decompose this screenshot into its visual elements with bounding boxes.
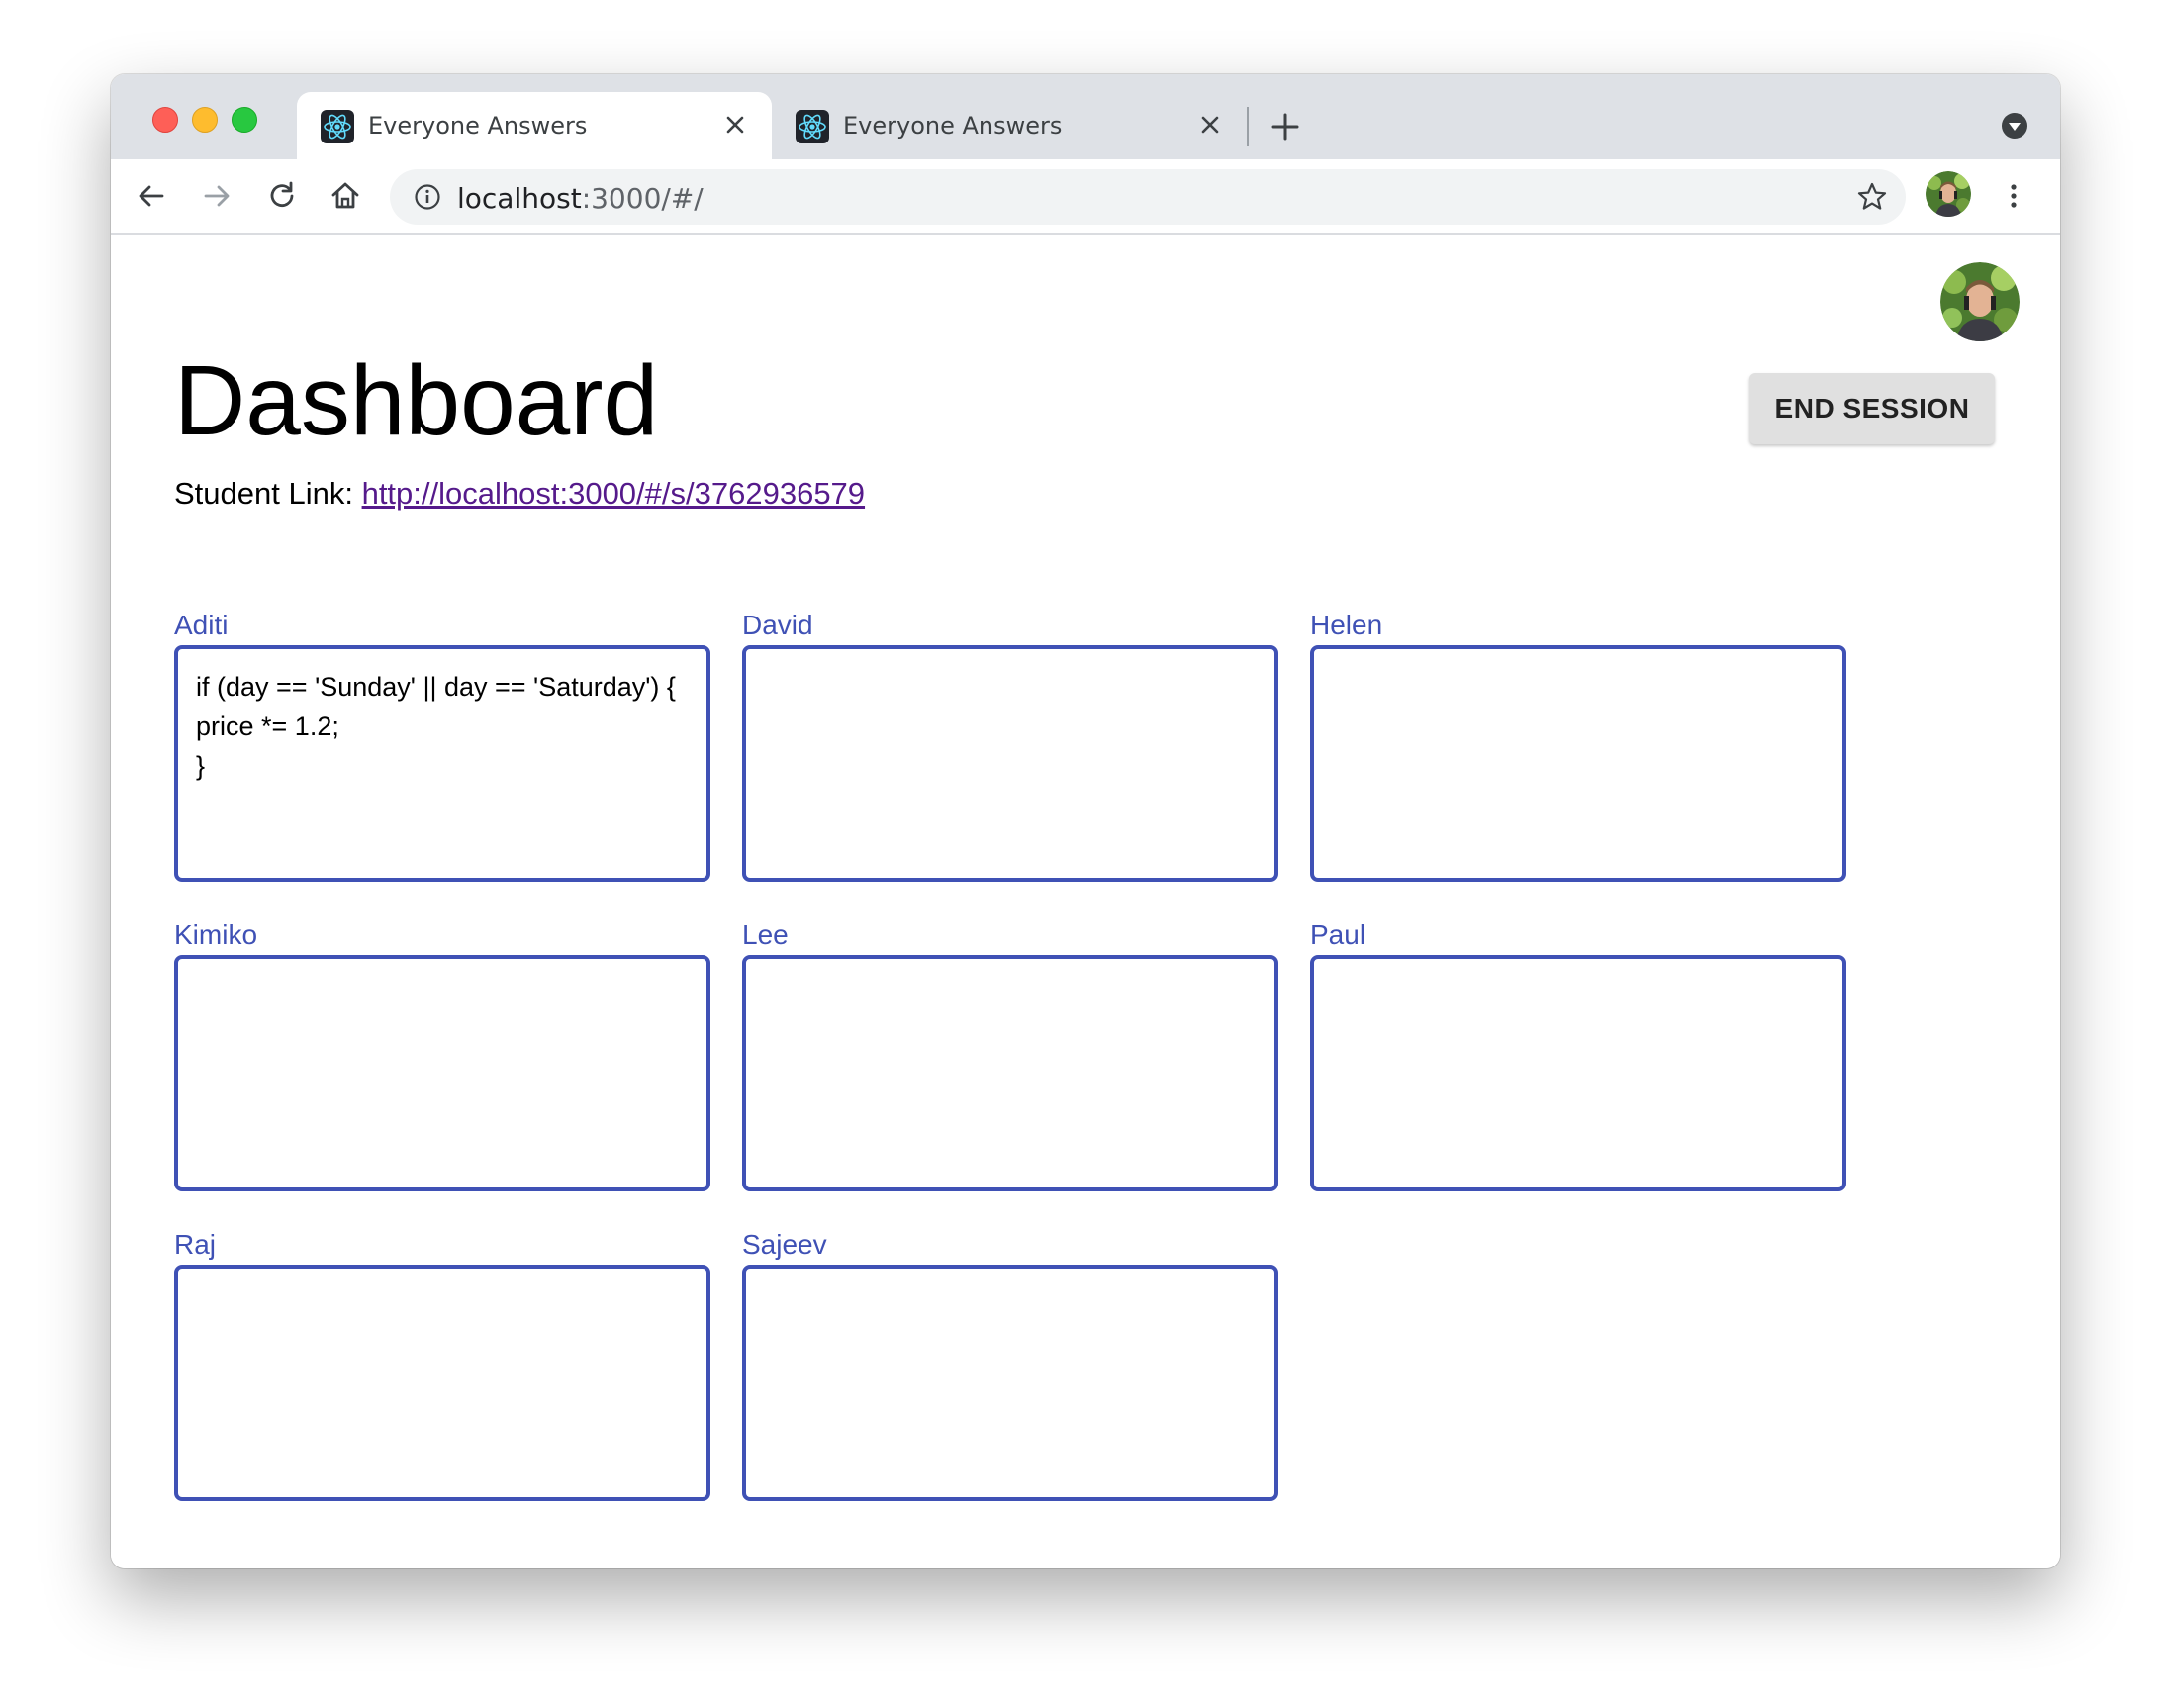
info-icon[interactable]: [414, 183, 441, 211]
react-favicon-icon: [321, 110, 354, 143]
student-answer-box: [174, 1265, 710, 1501]
close-icon[interactable]: [720, 110, 750, 140]
reload-icon[interactable]: [265, 179, 299, 213]
avatar[interactable]: [1940, 262, 2020, 341]
close-icon[interactable]: [1195, 110, 1225, 140]
student-link-url[interactable]: http://localhost:3000/#/s/3762936579: [362, 476, 865, 511]
react-favicon-icon: [796, 110, 829, 143]
student-name: Sajeev: [742, 1229, 827, 1260]
student-name: Kimiko: [174, 919, 258, 950]
student-name: Paul: [1310, 919, 1366, 950]
student-answer-card: Kimiko: [174, 918, 710, 1191]
maximize-window-button[interactable]: [232, 107, 257, 133]
student-answer-card: Lee: [742, 918, 1278, 1191]
page-title: Dashboard: [174, 345, 659, 456]
student-answer-box: [742, 645, 1278, 882]
end-session-button[interactable]: END SESSION: [1749, 373, 1995, 444]
tab-everyone-answers-1[interactable]: Everyone Answers: [297, 92, 772, 159]
student-answer-box: [1310, 645, 1846, 882]
student-answer-box: [174, 955, 710, 1191]
avatar[interactable]: [1926, 171, 1971, 217]
tab-strip: Everyone Answers Everyone Answers: [111, 74, 2060, 159]
student-answer-card: Helen: [1310, 609, 1846, 882]
student-link-label: Student Link:: [174, 476, 362, 511]
star-icon[interactable]: [1856, 181, 1888, 213]
close-window-button[interactable]: [152, 107, 178, 133]
address-bar[interactable]: localhost:3000/#/: [390, 169, 1906, 225]
tab-title: Everyone Answers: [368, 112, 588, 140]
student-name: Lee: [742, 919, 789, 950]
student-answer-card: Aditi if (day == 'Sunday' || day == 'Sat…: [174, 609, 710, 882]
address-url[interactable]: localhost:3000/#/: [457, 182, 704, 215]
tab-title: Everyone Answers: [843, 112, 1063, 140]
tab-search-icon[interactable]: [2001, 112, 2028, 140]
student-name: Aditi: [174, 610, 229, 640]
avatar-image: [1926, 171, 1971, 217]
student-answer-card: Paul: [1310, 918, 1846, 1191]
address-host: localhost: [457, 182, 582, 215]
student-answer-card: David: [742, 609, 1278, 882]
tab-everyone-answers-2[interactable]: Everyone Answers: [772, 92, 1247, 159]
student-answer-box: [1310, 955, 1846, 1191]
student-link: Student Link: http://localhost:3000/#/s/…: [174, 476, 865, 512]
home-icon[interactable]: [329, 179, 362, 213]
new-tab-icon[interactable]: [1269, 110, 1302, 143]
browser-window: Everyone Answers Everyone Answers localh…: [111, 74, 2060, 1568]
page-content: Dashboard END SESSION Student Link: http…: [111, 235, 2060, 1568]
student-answer-card: Sajeev: [742, 1228, 1278, 1501]
avatar-image: [1940, 262, 2020, 341]
browser-toolbar: localhost:3000/#/: [111, 159, 2060, 235]
student-name: Helen: [1310, 610, 1383, 640]
student-name: David: [742, 610, 813, 640]
student-answer-box: if (day == 'Sunday' || day == 'Saturday'…: [174, 645, 710, 882]
back-icon[interactable]: [135, 179, 168, 213]
forward-icon[interactable]: [200, 179, 234, 213]
student-answer-card: Raj: [174, 1228, 710, 1501]
student-name: Raj: [174, 1229, 217, 1260]
address-path: :3000/#/: [581, 182, 704, 215]
student-answer-box: [742, 955, 1278, 1191]
tab-separator: [1247, 107, 1249, 146]
kebab-menu-icon[interactable]: [1997, 179, 2030, 213]
student-answer-box: [742, 1265, 1278, 1501]
minimize-window-button[interactable]: [192, 107, 218, 133]
